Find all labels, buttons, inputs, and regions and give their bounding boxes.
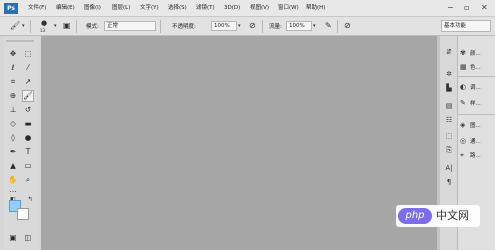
dropdown-arrow-icon[interactable]: ▾ (313, 21, 316, 31)
crop-tool-icon[interactable]: ⌗ (7, 76, 19, 88)
airbrush-icon[interactable]: ✎ (325, 21, 332, 31)
type-tool-icon[interactable]: T (22, 146, 34, 158)
brush-size-value: 13 (40, 28, 46, 33)
menu-3d[interactable]: 3D(D) (224, 4, 240, 12)
panel-item-layers[interactable]: ◈ 图... (460, 120, 481, 130)
blur-tool-icon[interactable]: ◊ (7, 132, 19, 144)
panel-item-color[interactable]: ✾ 颜... (460, 48, 481, 58)
layers-icon: ◈ (460, 121, 466, 129)
paragraph-panel-icon[interactable]: ¶ (443, 176, 455, 188)
brush-panel-icon[interactable]: ▣ (63, 21, 71, 31)
eyedropper-tool-icon[interactable]: ↗ (22, 76, 34, 88)
menu-edit[interactable]: 编辑(E) (56, 4, 75, 12)
panel-item-swatches[interactable]: ▦ 色... (460, 62, 481, 72)
divider (458, 76, 495, 77)
opacity-label: 不透明度: (172, 24, 196, 30)
tool-presets-icon[interactable]: ⬚ (443, 130, 455, 142)
flow-field[interactable]: 100% (286, 21, 312, 31)
dropdown-arrow-icon[interactable]: ▾ (238, 21, 241, 31)
swatches-icon: ▦ (460, 63, 467, 71)
menu-view[interactable]: 视图(V) (250, 4, 269, 12)
mode-select[interactable]: 正常 (104, 21, 156, 31)
gradient-tool-icon[interactable]: ▬ (22, 118, 34, 130)
pressure-opacity-icon[interactable]: ⊘ (249, 21, 256, 31)
options-bar: 🖌 ▾ ● 13 ▾ ▣ 模式: 正常 不透明度: 100% ▾ ⊘ 流量: 1… (0, 17, 495, 36)
menu-layer[interactable]: 图层(L) (112, 4, 130, 12)
menu-bar: Ps 文件(F) 编辑(E) 图像(I) 图层(L) 文字(Y) 选择(S) 滤… (0, 0, 495, 17)
rectangle-tool-icon[interactable]: ▭ (22, 160, 34, 172)
pen-tool-icon[interactable]: ✒ (7, 146, 19, 158)
swap-colors-icon[interactable]: ↰ (24, 194, 36, 206)
palette-icon: ✾ (460, 49, 466, 57)
screen-mode-icon[interactable]: ◫ (22, 232, 34, 244)
menu-filter[interactable]: 滤镜(T) (196, 4, 215, 12)
menu-type[interactable]: 文字(Y) (140, 4, 159, 12)
menu-file[interactable]: 文件(F) (28, 4, 46, 12)
hand-tool-icon[interactable]: ✋ (7, 174, 19, 186)
eraser-tool-icon[interactable]: ◇ (7, 118, 19, 130)
brush-presets-icon[interactable]: ✲ (443, 68, 455, 80)
healing-brush-tool-icon[interactable]: ⊕ (7, 90, 19, 102)
watermark-text: 中文网 (436, 209, 469, 222)
lasso-tool-icon[interactable]: ℓ (7, 62, 19, 74)
background-color-swatch[interactable] (17, 208, 29, 220)
clone-stamp-tool-icon[interactable]: ⊥ (7, 104, 19, 116)
move-tool-icon[interactable]: ✥ (7, 48, 19, 60)
marquee-tool-icon[interactable]: ⬚ (22, 48, 34, 60)
separator (30, 20, 31, 33)
brush-tool-icon[interactable]: 🖌 (22, 90, 34, 102)
menu-window[interactable]: 窗口(W) (278, 4, 299, 12)
app-logo: Ps (4, 3, 18, 14)
watermark: php 中文网 (396, 205, 480, 227)
separator (337, 20, 338, 33)
menu-help[interactable]: 帮助(H) (306, 4, 325, 12)
properties-panel-icon[interactable]: ☷ (443, 114, 455, 126)
styles-icon: ✎ (460, 99, 466, 107)
flow-label: 流量: (269, 24, 282, 30)
opacity-field[interactable]: 100% (211, 21, 237, 31)
document-canvas[interactable] (41, 36, 437, 250)
dropdown-arrow-icon[interactable]: ▾ (54, 21, 57, 31)
magic-wand-tool-icon[interactable]: ⁄ (22, 62, 34, 74)
menu-select[interactable]: 选择(S) (168, 4, 187, 12)
zoom-tool-icon[interactable]: ⌕ (22, 174, 34, 186)
watermark-logo: php (398, 208, 432, 224)
panel-item-styles[interactable]: ✎ 样... (460, 98, 481, 108)
dropdown-arrow-icon[interactable]: ▾ (22, 21, 25, 31)
close-icon[interactable]: ✕ (481, 2, 488, 14)
menu-image[interactable]: 图像(I) (84, 4, 101, 12)
clone-source-icon[interactable]: ⎘ (443, 144, 455, 156)
path-selection-tool-icon[interactable]: ▲ (7, 160, 19, 172)
dodge-tool-icon[interactable]: ● (22, 132, 34, 144)
panel-item-paths[interactable]: ⌖ 路... (460, 150, 481, 160)
workspace-select[interactable]: 基本功能 (441, 20, 491, 32)
history-brush-tool-icon[interactable]: ↺ (22, 104, 34, 116)
histogram-icon[interactable]: ▙ (443, 82, 455, 94)
separator (262, 20, 263, 33)
separator (160, 20, 161, 33)
panel-item-channels[interactable]: ◎ 通... (460, 136, 481, 146)
character-panel-icon[interactable]: A| (443, 162, 455, 174)
pressure-size-icon[interactable]: ⊘ (344, 21, 351, 31)
paths-icon: ⌖ (460, 151, 464, 159)
info-panel-icon[interactable]: ▤ (443, 100, 455, 112)
mode-label: 模式: (86, 24, 99, 30)
divider (458, 114, 495, 115)
history-panel-icon[interactable]: ⇵ (443, 46, 455, 58)
adjustments-icon: ◐ (460, 83, 467, 91)
brush-tool-icon[interactable]: 🖌 (10, 21, 20, 31)
restore-icon[interactable]: ▫ (464, 2, 469, 14)
minimize-icon[interactable]: − (447, 2, 454, 14)
channels-icon: ◎ (460, 137, 467, 145)
quick-mask-icon[interactable]: ▣ (7, 232, 19, 244)
panel-item-adjustments[interactable]: ◐ 调... (460, 82, 481, 92)
separator (76, 20, 77, 33)
panel-grip[interactable] (6, 40, 34, 42)
